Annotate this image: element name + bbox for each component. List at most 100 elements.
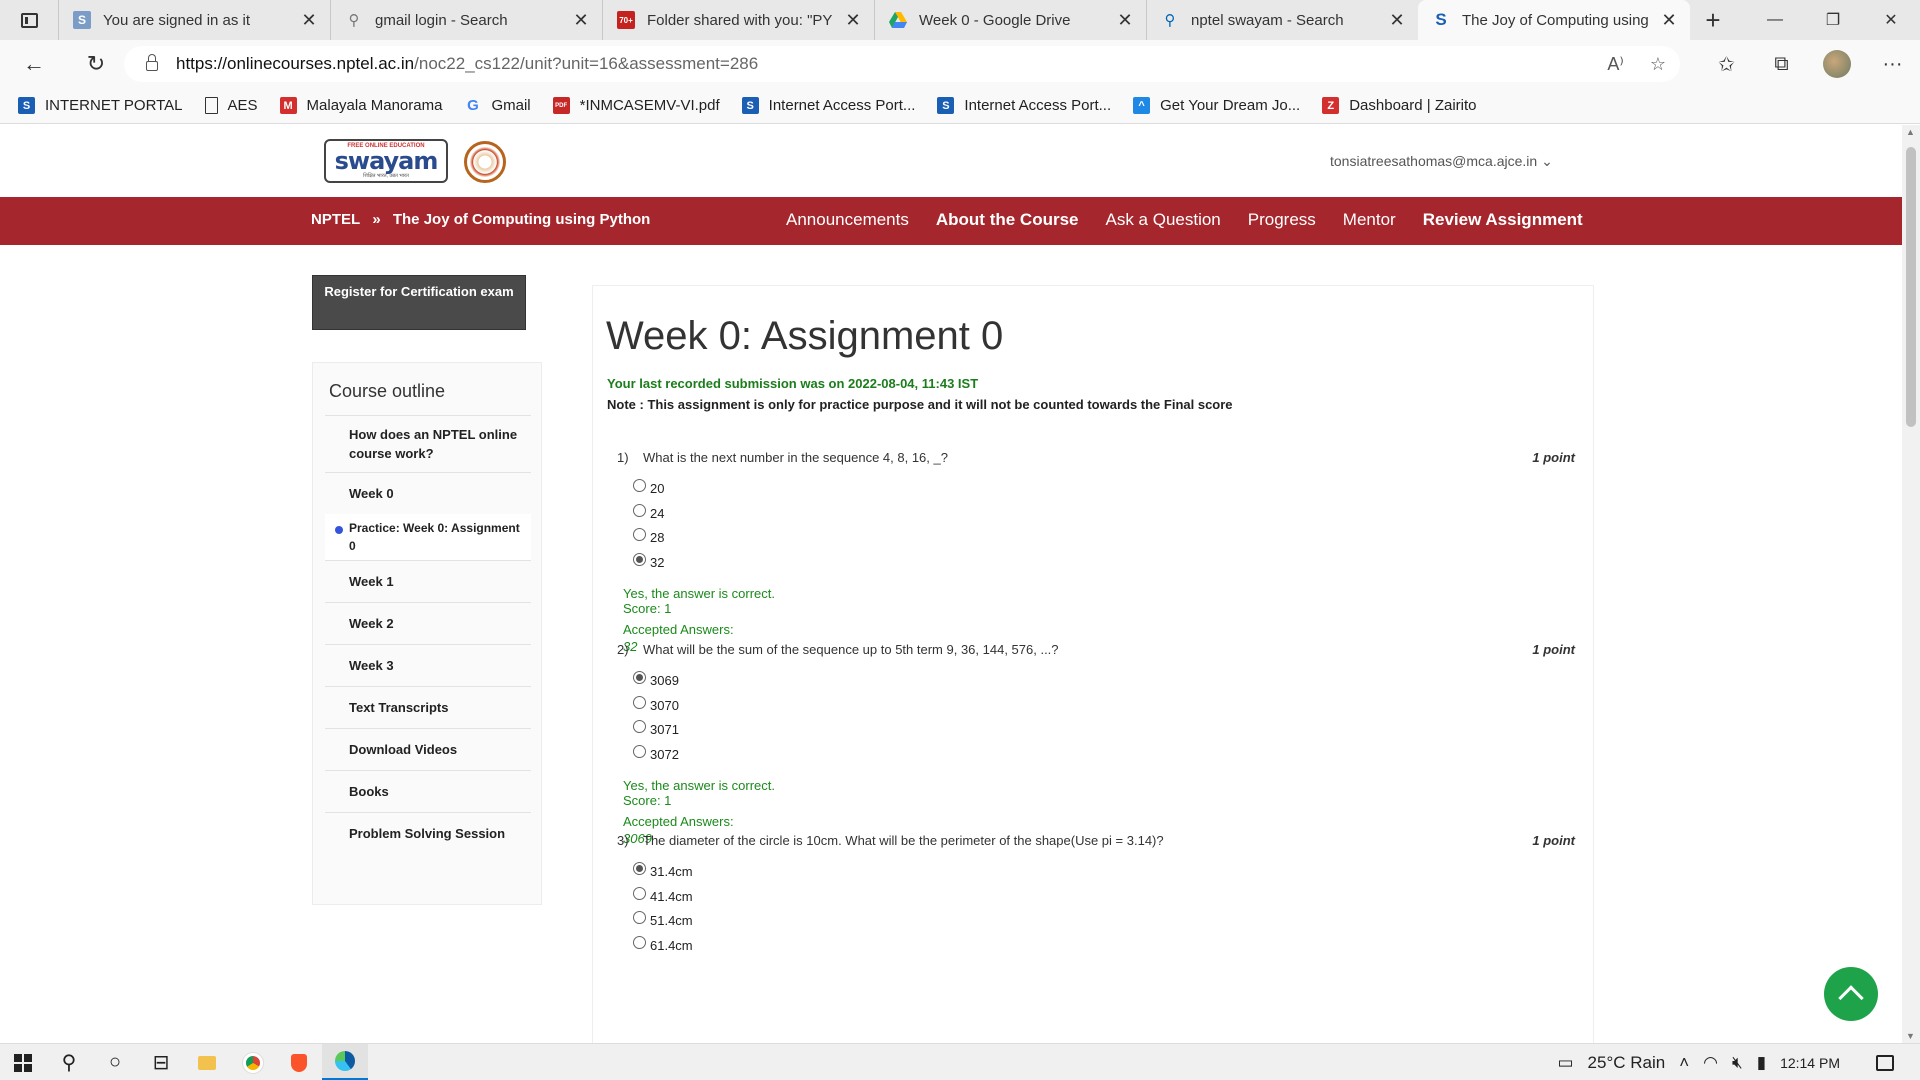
more-menu-icon[interactable]: ··· bbox=[1865, 53, 1920, 76]
register-certification-button[interactable]: Register for Certification exam bbox=[312, 275, 526, 330]
bookmark-item[interactable]: G Gmail bbox=[464, 97, 531, 114]
answer-option[interactable]: 41.4cm bbox=[633, 886, 1585, 914]
battery-icon[interactable]: ▮ bbox=[1757, 1053, 1766, 1073]
radio-button[interactable] bbox=[633, 744, 646, 758]
browser-tab[interactable]: 70+ Folder shared with you: "PY ✕ bbox=[602, 0, 874, 40]
bookmark-item[interactable]: S Internet Access Port... bbox=[741, 97, 915, 114]
radio-button-checked[interactable] bbox=[633, 552, 646, 566]
nav-announcements[interactable]: Announcements bbox=[786, 210, 909, 230]
wifi-icon[interactable]: ◠ bbox=[1703, 1053, 1718, 1073]
browser-tab[interactable]: ⚲ nptel swayam - Search ✕ bbox=[1146, 0, 1418, 40]
weather-text[interactable]: 25°C Rain bbox=[1588, 1053, 1666, 1073]
bookmark-item[interactable]: PDF *INMCASEMV-VI.pdf bbox=[552, 97, 720, 114]
browser-tab[interactable]: ⚲ gmail login - Search ✕ bbox=[330, 0, 602, 40]
file-explorer-icon[interactable] bbox=[184, 1044, 230, 1080]
read-aloud-icon[interactable]: A⁾ bbox=[1607, 54, 1623, 75]
refresh-icon[interactable]: ↻ bbox=[68, 40, 124, 88]
outline-item-books[interactable]: Books bbox=[325, 770, 531, 812]
close-window-icon[interactable]: ✕ bbox=[1862, 0, 1920, 40]
scroll-up-icon[interactable]: ▲ bbox=[1906, 127, 1915, 137]
chevron-up-icon[interactable]: ˄ bbox=[1679, 1053, 1689, 1073]
clock[interactable]: 12:14 PM bbox=[1780, 1055, 1840, 1071]
windows-start-icon[interactable] bbox=[14, 1054, 32, 1072]
outline-item-problem-solving[interactable]: Problem Solving Session bbox=[325, 812, 531, 854]
answer-option-selected[interactable]: 3069 bbox=[633, 671, 1585, 698]
search-icon[interactable]: ⚲ bbox=[46, 1044, 92, 1080]
outline-item-week-0[interactable]: Week 0 bbox=[325, 472, 531, 514]
url-text[interactable]: https://onlinecourses.nptel.ac.in/noc22_… bbox=[176, 54, 758, 74]
radio-button[interactable] bbox=[633, 479, 646, 492]
cortana-icon[interactable]: ○ bbox=[92, 1044, 138, 1080]
radio-button-checked[interactable] bbox=[633, 862, 646, 875]
outline-item-current[interactable]: Practice: Week 0: Assignment 0 bbox=[325, 514, 531, 560]
outline-item-week-1[interactable]: Week 1 bbox=[325, 560, 531, 602]
page-scrollbar[interactable]: ▲ ▼ bbox=[1902, 125, 1920, 1043]
user-menu[interactable]: tonsiatreesathomas@mca.ajce.in ⌄ bbox=[1330, 153, 1553, 170]
tab-close-icon[interactable]: ✕ bbox=[1114, 10, 1136, 31]
answer-option[interactable]: 3072 bbox=[633, 744, 1585, 772]
answer-option[interactable]: 51.4cm bbox=[633, 911, 1585, 938]
radio-button[interactable] bbox=[633, 528, 646, 541]
nav-review-assignment[interactable]: Review Assignment bbox=[1423, 210, 1583, 230]
nav-progress[interactable]: Progress bbox=[1248, 210, 1316, 230]
outline-item[interactable]: How does an NPTEL online course work? bbox=[325, 415, 531, 472]
bookmark-item[interactable]: Z Dashboard | Zairito bbox=[1322, 97, 1477, 114]
outline-item-transcripts[interactable]: Text Transcripts bbox=[325, 686, 531, 728]
breadcrumb-course[interactable]: The Joy of Computing using Python bbox=[393, 211, 650, 228]
bookmark-item[interactable]: S INTERNET PORTAL bbox=[18, 97, 183, 114]
outline-item-week-3[interactable]: Week 3 bbox=[325, 644, 531, 686]
bookmark-item[interactable]: S Internet Access Port... bbox=[937, 97, 1111, 114]
collections-icon[interactable]: ⧉ bbox=[1754, 53, 1809, 76]
outline-item-download-videos[interactable]: Download Videos bbox=[325, 728, 531, 770]
answer-option[interactable]: 3071 bbox=[633, 720, 1585, 747]
outline-item-week-2[interactable]: Week 2 bbox=[325, 602, 531, 644]
swayam-logo[interactable]: FREE ONLINE EDUCATION swayam शिक्षित भार… bbox=[324, 139, 448, 183]
scrollbar-thumb[interactable] bbox=[1906, 147, 1916, 427]
volume-muted-icon[interactable]: 🔇︎ bbox=[1732, 1053, 1743, 1073]
tab-close-icon[interactable]: ✕ bbox=[842, 10, 864, 31]
nav-mentor[interactable]: Mentor bbox=[1343, 210, 1396, 230]
browser-tab[interactable]: Week 0 - Google Drive ✕ bbox=[874, 0, 1146, 40]
radio-button[interactable] bbox=[633, 695, 646, 709]
notifications-icon[interactable] bbox=[1876, 1054, 1894, 1071]
tab-close-icon[interactable]: ✕ bbox=[1386, 10, 1408, 31]
chrome-icon[interactable] bbox=[230, 1044, 276, 1080]
bookmark-item[interactable]: ^ Get Your Dream Jo... bbox=[1133, 97, 1300, 114]
radio-button[interactable] bbox=[633, 886, 646, 900]
back-arrow-icon[interactable]: ← bbox=[0, 40, 68, 88]
back-to-top-button[interactable] bbox=[1824, 967, 1878, 1021]
radio-button[interactable] bbox=[633, 911, 646, 924]
add-favorite-icon[interactable]: ☆ bbox=[1650, 54, 1666, 75]
new-tab-button[interactable]: + bbox=[1690, 0, 1736, 40]
tab-close-icon[interactable]: ✕ bbox=[570, 10, 592, 31]
profile-avatar[interactable] bbox=[1823, 50, 1851, 78]
answer-option[interactable]: 20 bbox=[633, 479, 1585, 506]
radio-button-checked[interactable] bbox=[633, 671, 646, 684]
weather-icon[interactable]: ▭ bbox=[1557, 1053, 1573, 1073]
browser-tab[interactable]: S You are signed in as it ✕ bbox=[58, 0, 330, 40]
task-view-icon[interactable]: ⊟ bbox=[138, 1044, 184, 1080]
answer-option[interactable]: 28 bbox=[633, 528, 1585, 555]
answer-option[interactable]: 3070 bbox=[633, 695, 1585, 723]
nptel-logo[interactable] bbox=[464, 141, 506, 183]
radio-button[interactable] bbox=[633, 720, 646, 733]
bookmark-item[interactable]: AES bbox=[204, 97, 258, 114]
tab-close-icon[interactable]: ✕ bbox=[298, 10, 320, 31]
tab-close-icon[interactable]: ✕ bbox=[1658, 10, 1680, 31]
answer-option[interactable]: 61.4cm bbox=[633, 935, 1585, 963]
address-bar[interactable]: https://onlinecourses.nptel.ac.in/noc22_… bbox=[124, 46, 1680, 82]
answer-option-selected[interactable]: 31.4cm bbox=[633, 862, 1585, 889]
nav-ask-question[interactable]: Ask a Question bbox=[1105, 210, 1220, 230]
scroll-down-icon[interactable]: ▼ bbox=[1906, 1031, 1915, 1041]
minimize-icon[interactable]: — bbox=[1746, 0, 1804, 40]
brave-icon[interactable] bbox=[276, 1044, 322, 1080]
browser-tab-active[interactable]: S The Joy of Computing using ✕ bbox=[1418, 0, 1690, 40]
favorites-icon[interactable]: ✩ bbox=[1699, 52, 1754, 77]
radio-button[interactable] bbox=[633, 503, 646, 517]
answer-option-selected[interactable]: 32 bbox=[633, 552, 1585, 580]
nav-about-course[interactable]: About the Course bbox=[936, 210, 1079, 230]
restore-icon[interactable]: ❐ bbox=[1804, 0, 1862, 40]
breadcrumb-nptel[interactable]: NPTEL bbox=[311, 211, 360, 228]
edge-icon[interactable] bbox=[322, 1044, 368, 1080]
answer-option[interactable]: 24 bbox=[633, 503, 1585, 531]
